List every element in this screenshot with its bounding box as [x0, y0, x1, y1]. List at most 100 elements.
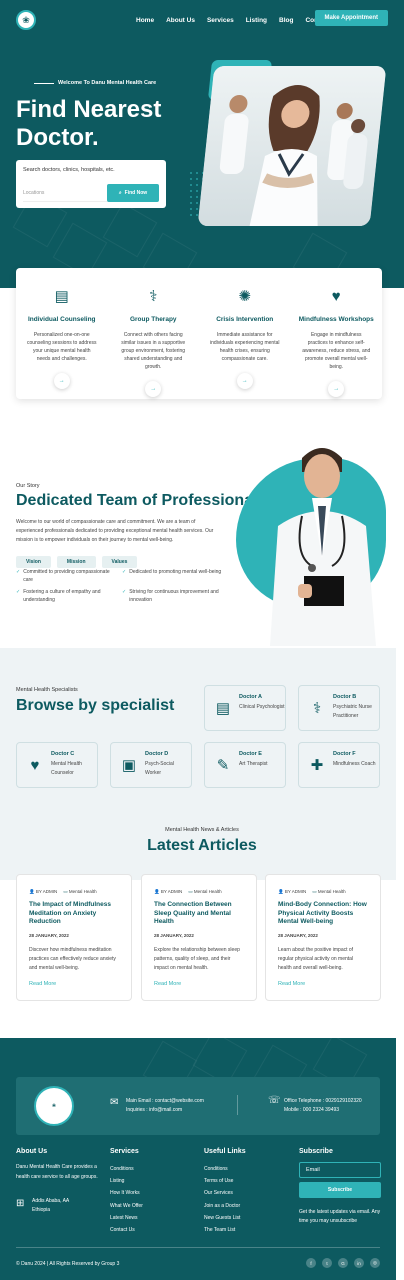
arrow-right-icon[interactable]: →: [145, 381, 162, 397]
brain-icon: ✺: [238, 288, 252, 305]
article-card[interactable]: 👤 BY ADMIN ▭ Mental Health Mind-Body Conn…: [265, 874, 381, 1001]
article-excerpt: Explore the relationship between sleep p…: [154, 946, 240, 971]
article-date: 28 JANUARY, 2022: [154, 932, 194, 938]
copyright: © Danu 2024 | All Rights Reserved by Gro…: [16, 1261, 120, 1267]
footer-useful-title: Useful Links: [204, 1148, 246, 1155]
arrow-right-icon[interactable]: →: [328, 381, 345, 397]
footer-about-title: About Us: [16, 1148, 48, 1155]
article-meta: 👤 BY ADMIN ▭ Mental Health: [29, 889, 119, 895]
footer-logo[interactable]: ❀: [34, 1086, 74, 1126]
category-meta: ▭ Mental Health: [63, 889, 96, 895]
subscribe-button[interactable]: Subscribe: [299, 1182, 381, 1198]
stethoscope-icon: ⚕: [149, 288, 158, 305]
subscribe-email-input[interactable]: Email: [299, 1162, 381, 1178]
twitter-icon[interactable]: t: [322, 1258, 332, 1268]
footer-link[interactable]: Join as a Doctor: [204, 1200, 240, 1212]
specialists-title: Browse by specialist: [16, 697, 175, 714]
footer-link[interactable]: Conditions: [110, 1163, 143, 1175]
nav-listing[interactable]: Listing: [246, 17, 267, 24]
syringe-icon: ✎: [216, 757, 230, 774]
footer-divider: [237, 1095, 238, 1115]
nav-about[interactable]: About Us: [166, 17, 195, 24]
inquiries-email[interactable]: Inquiries : info@mail.com: [126, 1106, 204, 1115]
facebook-icon[interactable]: f: [306, 1258, 316, 1268]
folder-icon: ▭: [188, 889, 193, 894]
hero-section: ❀ Home About Us Services Listing Blog Co…: [0, 0, 404, 288]
logo[interactable]: ❀: [16, 10, 36, 30]
footer-link[interactable]: What We Offer: [110, 1200, 143, 1212]
hex-deco: [102, 202, 158, 258]
service-desc: Engage in mindfulness practices to enhan…: [302, 332, 371, 370]
specialist-role: Mindfulness Coach: [333, 761, 376, 767]
footer-link[interactable]: Latest News: [110, 1212, 143, 1224]
main-email[interactable]: Main Email : contact@website.com: [126, 1097, 204, 1106]
linkedin-icon[interactable]: in: [354, 1258, 364, 1268]
article-title[interactable]: The Impact of Mindfulness Meditation on …: [29, 901, 119, 927]
footer-link[interactable]: The Team List: [204, 1224, 240, 1236]
read-more-link[interactable]: Read More: [154, 981, 244, 987]
folder-icon: ▭: [63, 889, 68, 894]
article-title[interactable]: The Connection Between Sleep Quality and…: [154, 901, 244, 927]
specialist-name: Doctor C: [51, 751, 75, 757]
footer-link[interactable]: Terms of Use: [204, 1175, 240, 1187]
google-icon[interactable]: G: [338, 1258, 348, 1268]
footer-link[interactable]: New Guests List: [204, 1212, 240, 1224]
tab-vision[interactable]: Vision: [16, 556, 51, 568]
service-item: ✺ Crisis Intervention Immediate assistan…: [199, 268, 291, 399]
article-date: 28 JANUARY, 2022: [278, 932, 318, 938]
footer-link[interactable]: Our Services: [204, 1187, 240, 1199]
mobile-phone[interactable]: Mobile : 000 2324 39493: [284, 1106, 362, 1115]
tab-values[interactable]: Values: [101, 556, 138, 568]
instagram-icon[interactable]: ◎: [370, 1258, 380, 1268]
footer-services-links: Conditions Listing How It Works What We …: [110, 1163, 143, 1236]
location-placeholder: Locations: [23, 190, 45, 196]
location-input[interactable]: Locations ●: [23, 184, 119, 202]
specialist-card[interactable]: ⚕ Doctor B Psychiatric Nurse Practitione…: [298, 685, 380, 731]
article-card[interactable]: 👤 BY ADMIN ▭ Mental Health The Impact of …: [16, 874, 132, 1001]
specialist-name: Doctor E: [239, 751, 262, 757]
find-now-button[interactable]: ⌕ Find Now: [107, 184, 159, 202]
specialist-card[interactable]: ✚ Doctor F Mindfulness Coach: [298, 742, 380, 788]
check-icon: ✓: [16, 589, 21, 595]
specialist-card[interactable]: ▣ Doctor D Psych-Social Worker: [110, 742, 192, 788]
specialist-card[interactable]: ▤ Doctor A Clinical Psychologist: [204, 685, 286, 731]
stethoscope-icon: ⚕: [312, 700, 322, 717]
specialist-card[interactable]: ♥ Doctor C Mental Health Counselor: [16, 742, 98, 788]
user-icon: 👤: [154, 889, 160, 894]
doctor-image: [270, 448, 376, 646]
footer-link[interactable]: How It Works: [110, 1187, 143, 1199]
arrow-right-icon[interactable]: →: [53, 373, 70, 389]
service-item: ♥ Mindfulness Workshops Engage in mindfu…: [291, 268, 383, 399]
footer-link[interactable]: Contact Us: [110, 1224, 143, 1236]
read-more-link[interactable]: Read More: [29, 981, 119, 987]
footer-link[interactable]: Listing: [110, 1175, 143, 1187]
first-aid-kit-icon: ✚: [310, 757, 324, 774]
footer-services-title: Services: [110, 1148, 139, 1155]
phone-icon: ☏: [268, 1095, 281, 1106]
service-title: Crisis Intervention: [216, 316, 274, 323]
hero-doctors-image: [197, 66, 387, 226]
arrow-right-icon[interactable]: →: [236, 373, 253, 389]
tab-mission[interactable]: Mission: [56, 556, 96, 568]
nav-services[interactable]: Services: [207, 17, 234, 24]
find-now-label: Find Now: [124, 190, 148, 196]
nav-home[interactable]: Home: [136, 17, 154, 24]
story-tabs: Vision Mission Values: [16, 556, 138, 568]
check-icon: ✓: [16, 569, 21, 575]
article-author: BY ADMIN: [160, 889, 183, 894]
articles-title: Latest Articles: [147, 837, 257, 854]
article-card[interactable]: 👤 BY ADMIN ▭ Mental Health The Connection…: [141, 874, 257, 1001]
article-title[interactable]: Mind-Body Connection: How Physical Activ…: [278, 901, 368, 927]
article-meta: 👤 BY ADMIN ▭ Mental Health: [154, 889, 244, 895]
check-text: Committed to providing compassionate car…: [23, 569, 110, 583]
specialist-role: Psych-Social Worker: [145, 761, 174, 776]
nav-blog[interactable]: Blog: [279, 17, 293, 24]
author-meta: 👤 BY ADMIN: [29, 889, 57, 895]
footer-link[interactable]: Conditions: [204, 1163, 240, 1175]
read-more-link[interactable]: Read More: [278, 981, 368, 987]
footer-rule: [16, 1247, 380, 1248]
make-appointment-button[interactable]: Make Appointment: [314, 10, 388, 26]
office-phone[interactable]: Office Telephone : 0029129102320: [284, 1097, 362, 1106]
specialist-card[interactable]: ✎ Doctor E Art Therapist: [204, 742, 286, 788]
article-excerpt: Discover how mindfulness meditation prac…: [29, 946, 116, 971]
